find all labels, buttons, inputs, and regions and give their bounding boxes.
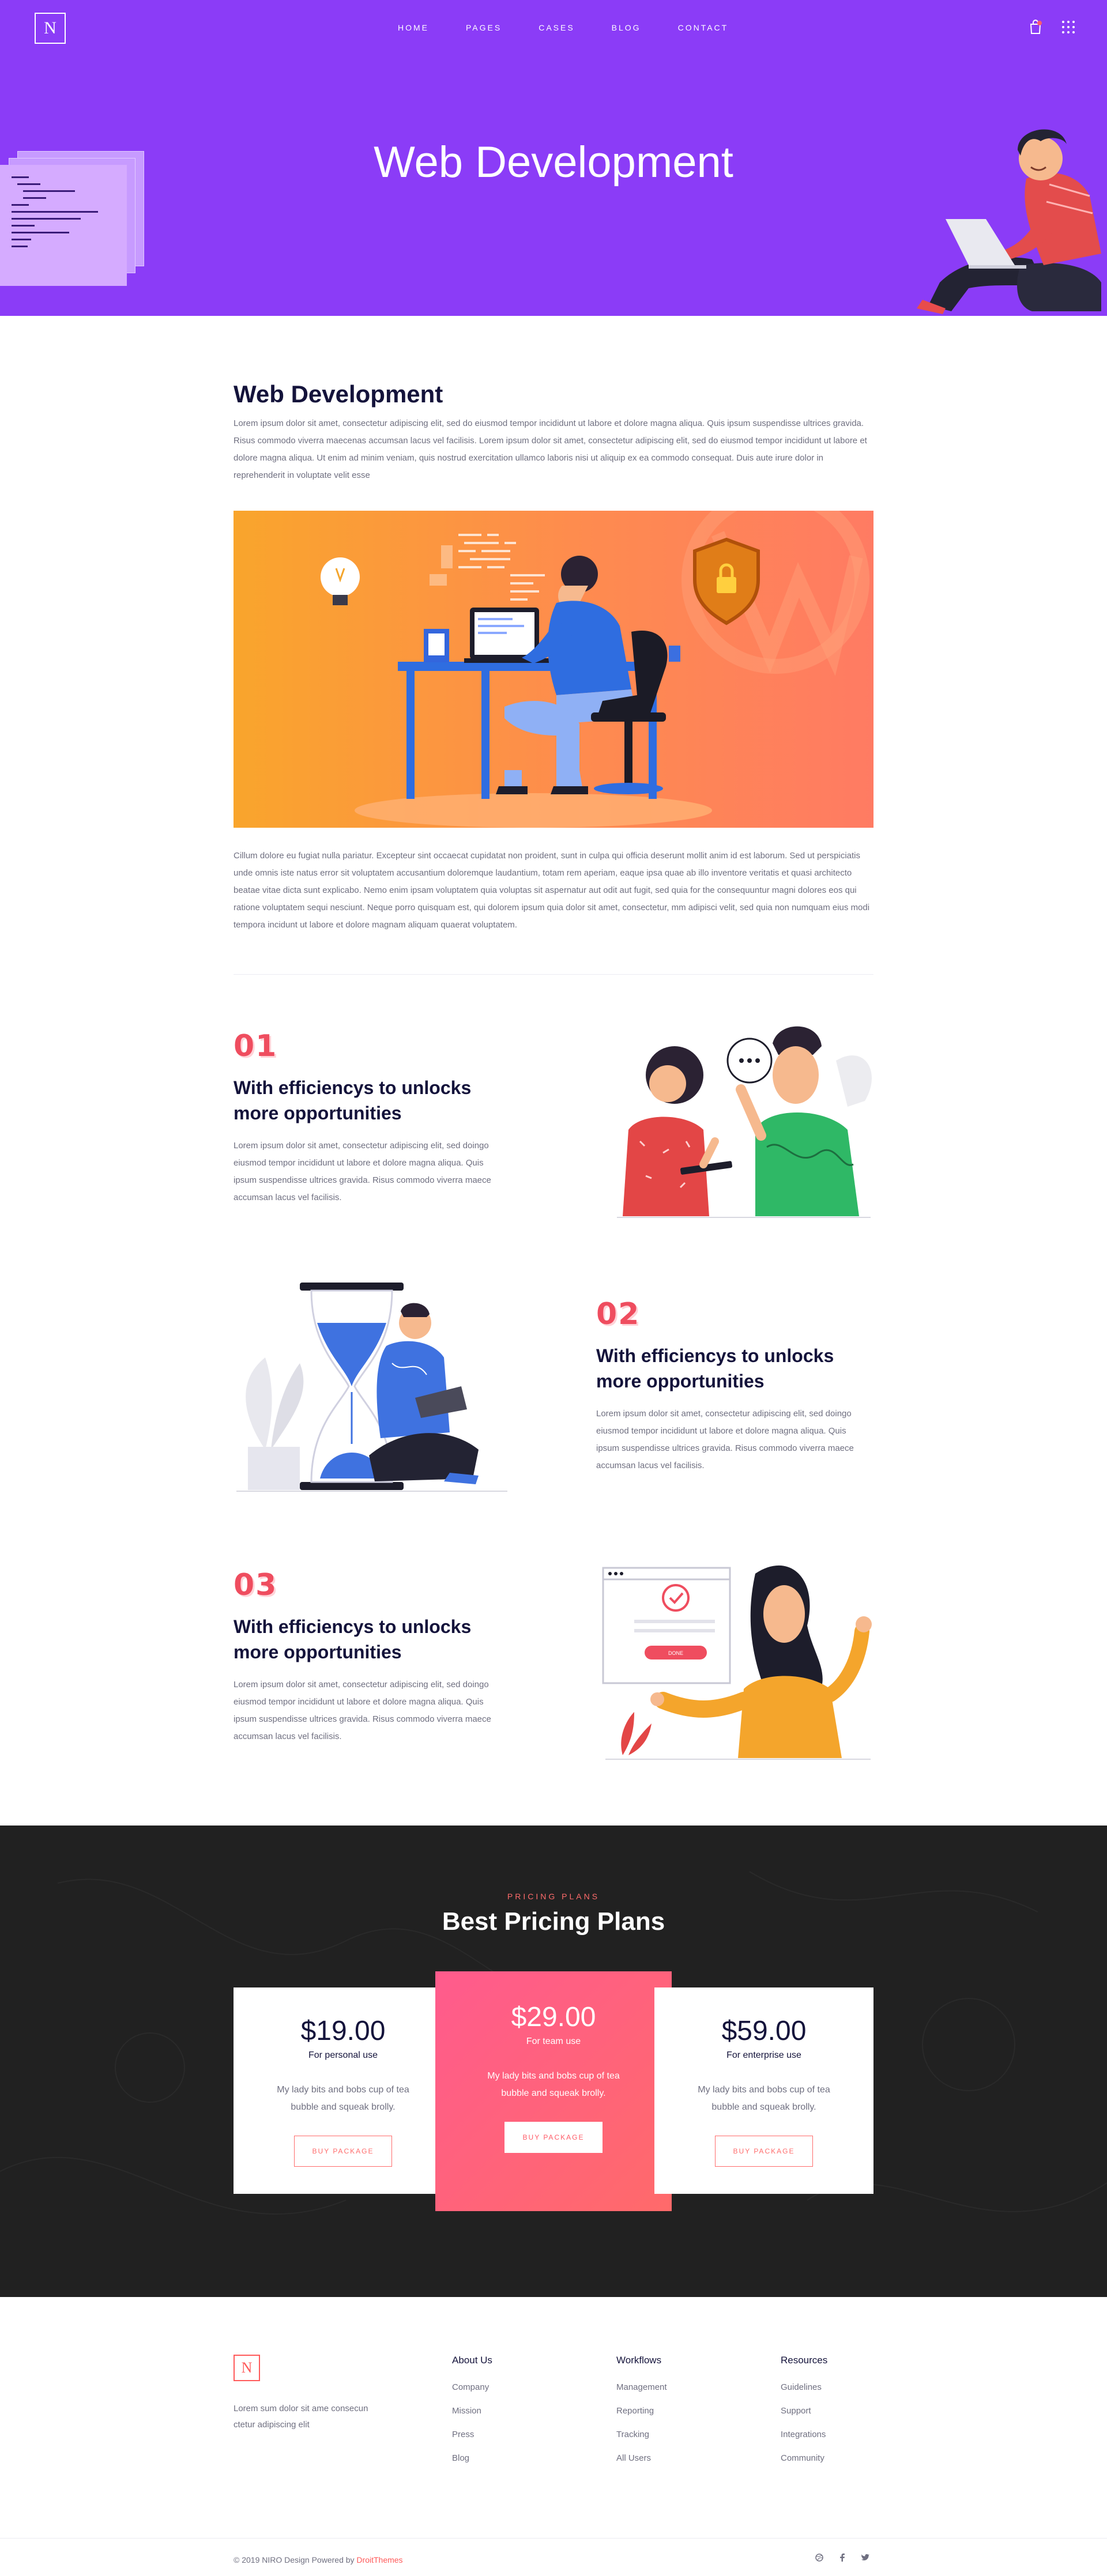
feature-text: Lorem ipsum dolor sit amet, consectetur … [234, 1141, 491, 1202]
social-links [814, 2554, 871, 2563]
nav-item-pages[interactable]: PAGES [466, 23, 502, 32]
copyright-text: © 2019 NIRO Design Powered by DroitTheme… [234, 2555, 403, 2564]
person-with-laptop-illustration [917, 110, 1107, 316]
main-menu: HOME PAGES CASES BLOG CONTACT [398, 23, 765, 32]
intro-paragraph: Lorem ipsum dolor sit amet, consectetur … [234, 418, 867, 480]
footer-link-press[interactable]: Press [452, 2430, 567, 2439]
grid-menu-icon[interactable] [1062, 21, 1075, 33]
footer-link-management[interactable]: Management [616, 2382, 732, 2392]
plan-price: $19.00 [300, 2016, 386, 2046]
plan-description: My lady bits and bobs cup of tea bubble … [487, 2071, 620, 2098]
dribbble-icon[interactable] [814, 2554, 824, 2563]
copyright-label: © 2019 NIRO Design Powered by [234, 2555, 355, 2564]
buy-package-button[interactable]: BUY PACKAGE [294, 2136, 392, 2167]
footer-column-about: About Us Company Mission Press Blog [452, 2355, 567, 2477]
people-talking-illustration [605, 1020, 876, 1222]
section-divider [234, 974, 873, 975]
copyright-brand-link[interactable]: DroitThemes [356, 2555, 402, 2564]
nav-item-cases[interactable]: CASES [539, 23, 574, 32]
twitter-icon[interactable] [860, 2554, 871, 2563]
feature-block-2: 02 With efficiencys to unlocks more oppo… [596, 1297, 867, 1474]
footer-link-community[interactable]: Community [781, 2453, 896, 2463]
footer-link-support[interactable]: Support [781, 2406, 896, 2416]
footer-divider [0, 2538, 1107, 2539]
feature-number: 02 [596, 1297, 641, 1332]
plan-audience: For team use [526, 2036, 581, 2046]
footer-link-guidelines[interactable]: Guidelines [781, 2382, 896, 2392]
footer-column-title: Workflows [616, 2355, 662, 2366]
feature-number: 01 [234, 1029, 278, 1063]
footer-column-workflows: Workflows Management Reporting Tracking … [616, 2355, 732, 2477]
pricing-subtitle: PRICING PLANS [507, 1892, 600, 1901]
footer-link-integrations[interactable]: Integrations [781, 2430, 896, 2439]
footer-column-resources: Resources Guidelines Support Integration… [781, 2355, 896, 2477]
intro-section: Web Development Lorem ipsum dolor sit am… [234, 380, 873, 484]
plan-price: $29.00 [511, 2002, 596, 2032]
developer-at-desk-illustration [234, 511, 873, 828]
footer-link-blog[interactable]: Blog [452, 2453, 567, 2463]
nav-item-home[interactable]: HOME [398, 23, 429, 32]
footer-link-tracking[interactable]: Tracking [616, 2430, 732, 2439]
top-navigation: N HOME PAGES CASES BLOG CONTACT [0, 0, 1107, 58]
footer-link-company[interactable]: Company [452, 2382, 567, 2392]
plan-price: $59.00 [721, 2016, 807, 2046]
pricing-section: PRICING PLANS Best Pricing Plans $19.00 … [0, 1826, 1107, 2297]
plan-description: My lady bits and bobs cup of tea bubble … [277, 2085, 409, 2112]
nav-icons [1029, 20, 1075, 35]
pricing-title: Best Pricing Plans [442, 1907, 665, 1936]
pricing-card-enterprise: $59.00 For enterprise use My lady bits a… [654, 1987, 873, 2194]
plan-audience: For enterprise use [726, 2050, 801, 2060]
feature-title: With efficiencys to unlocks more opportu… [596, 1345, 834, 1391]
nav-item-contact[interactable]: CONTACT [678, 23, 729, 32]
footer-logo[interactable]: N [234, 2355, 260, 2381]
site-footer: N Lorem sum dolor sit ame consecun ctetu… [0, 2297, 1107, 2576]
buy-package-button[interactable]: BUY PACKAGE [504, 2122, 603, 2153]
facebook-icon[interactable] [837, 2554, 848, 2563]
hourglass-illustration [231, 1283, 513, 1496]
footer-link-reporting[interactable]: Reporting [616, 2406, 732, 2416]
feature-block-3: 03 With efficiencys to unlocks more oppo… [234, 1568, 504, 1745]
footer-link-mission[interactable]: Mission [452, 2406, 567, 2416]
feature-block-1: 01 With efficiencys to unlocks more oppo… [234, 1029, 504, 1206]
plan-description: My lady bits and bobs cup of tea bubble … [698, 2085, 830, 2112]
feature-number: 03 [234, 1568, 278, 1602]
nav-item-blog[interactable]: BLOG [612, 23, 641, 32]
buy-package-button[interactable]: BUY PACKAGE [715, 2136, 813, 2167]
intro-title: Web Development [234, 380, 443, 408]
footer-link-all-users[interactable]: All Users [616, 2453, 732, 2463]
done-button-label: DONE [668, 1650, 683, 1656]
hero-section: N HOME PAGES CASES BLOG CONTACT Web Deve… [0, 0, 1107, 316]
feature-title: With efficiencys to unlocks more opportu… [234, 1616, 472, 1662]
feature-text: Lorem ipsum dolor sit amet, consectetur … [234, 1680, 491, 1741]
shopping-bag-icon[interactable] [1029, 20, 1042, 35]
pricing-card-personal: $19.00 For personal use My lady bits and… [234, 1987, 453, 2194]
footer-about-text: Lorem sum dolor sit ame consecun ctetur … [234, 2404, 368, 2430]
plan-audience: For personal use [308, 2050, 378, 2060]
pricing-card-team: $29.00 For team use My lady bits and bob… [435, 1971, 672, 2211]
woman-approval-illustration: DONE [600, 1556, 876, 1764]
site-logo[interactable]: N [35, 13, 66, 44]
feature-title: With efficiencys to unlocks more opportu… [234, 1077, 472, 1123]
footer-column-title: About Us [452, 2355, 492, 2366]
feature-text: Lorem ipsum dolor sit amet, consectetur … [596, 1409, 854, 1470]
footer-column-title: Resources [781, 2355, 828, 2366]
intro-paragraph-2: Cillum dolore eu fugiat nulla pariatur. … [234, 851, 870, 930]
